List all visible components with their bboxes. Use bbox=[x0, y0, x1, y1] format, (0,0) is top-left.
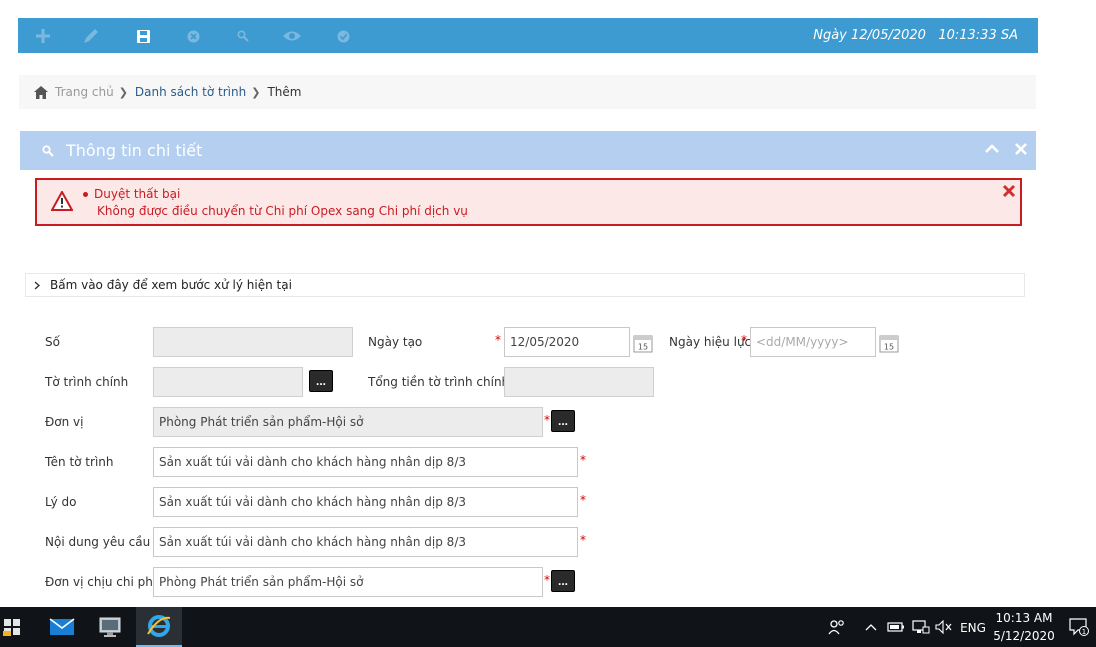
save-icon[interactable] bbox=[133, 26, 153, 46]
panel-header: Thông tin chi tiết bbox=[20, 131, 1036, 170]
noi-dung-label: Nội dung yêu cầu bbox=[45, 535, 151, 549]
ten-to-trinh-label: Tên tờ trình bbox=[45, 455, 114, 469]
so-input[interactable] bbox=[153, 327, 353, 357]
close-icon[interactable] bbox=[1014, 141, 1028, 160]
taskbar: ENG 10:13 AM 5/12/2020 1 bbox=[0, 607, 1096, 647]
calendar-day: 15 bbox=[884, 343, 894, 352]
chevron-right-icon: ❯ bbox=[251, 85, 261, 99]
view-icon[interactable] bbox=[282, 26, 302, 46]
volume-muted-icon[interactable] bbox=[933, 607, 955, 647]
calendar-icon[interactable]: 15 bbox=[879, 333, 899, 353]
ly-do-label: Lý do bbox=[45, 495, 77, 509]
breadcrumb-current: Thêm bbox=[267, 85, 302, 99]
breadcrumb: Trang chủ ❯ Danh sách tờ trình ❯ Thêm bbox=[19, 75, 1036, 109]
don-vi-input[interactable] bbox=[153, 407, 543, 437]
breadcrumb-home[interactable]: Trang chủ bbox=[55, 85, 114, 99]
tong-tien-input[interactable] bbox=[504, 367, 654, 397]
don-vi-label: Đơn vị bbox=[45, 415, 84, 429]
required-mark: * bbox=[741, 333, 747, 347]
page: Ngày 12/05/2020 10:13:33 SA Trang chủ ❯ … bbox=[0, 0, 1096, 647]
required-mark: * bbox=[495, 333, 501, 347]
required-mark: * bbox=[580, 533, 586, 547]
network-icon[interactable] bbox=[910, 607, 932, 647]
chevron-right-icon bbox=[34, 280, 40, 290]
to-trinh-chinh-lookup-button[interactable]: ... bbox=[309, 370, 333, 392]
edit-icon[interactable] bbox=[81, 26, 101, 46]
ngay-tao-input[interactable] bbox=[504, 327, 630, 357]
people-icon[interactable] bbox=[826, 607, 848, 647]
cancel-icon[interactable] bbox=[183, 26, 203, 46]
don-vi-chiu-lookup-button[interactable]: ... bbox=[551, 570, 575, 592]
don-vi-chiu-label: Đơn vị chịu chi phí bbox=[45, 575, 157, 589]
chevron-right-icon: ❯ bbox=[118, 85, 128, 99]
battery-icon[interactable] bbox=[885, 607, 907, 647]
calendar-icon[interactable]: 15 bbox=[633, 333, 653, 353]
required-mark: * bbox=[580, 453, 586, 467]
ly-do-input[interactable] bbox=[153, 487, 578, 517]
notification-icon[interactable]: 1 bbox=[1066, 607, 1092, 647]
error-message: Không được điều chuyển từ Chi phí Opex s… bbox=[97, 204, 468, 218]
mail-app-icon[interactable] bbox=[40, 607, 84, 647]
approve-icon[interactable] bbox=[333, 26, 353, 46]
don-vi-lookup-button[interactable]: ... bbox=[551, 410, 575, 432]
required-mark: * bbox=[544, 413, 550, 427]
required-mark: * bbox=[580, 493, 586, 507]
search-icon bbox=[42, 144, 54, 157]
warning-icon bbox=[50, 189, 74, 214]
bullet-icon bbox=[83, 191, 88, 197]
to-trinh-chinh-input[interactable] bbox=[153, 367, 303, 397]
calendar-day: 15 bbox=[638, 343, 648, 352]
process-step-label: Bấm vào đây để xem bước xử lý hiện tại bbox=[50, 278, 292, 292]
ngay-hieu-luc-label: Ngày hiệu lực bbox=[669, 335, 752, 349]
tong-tien-label: Tổng tiền tờ trình chính bbox=[368, 375, 510, 389]
remote-desktop-icon[interactable] bbox=[88, 607, 132, 647]
required-mark: * bbox=[544, 573, 550, 587]
so-label: Số bbox=[45, 335, 60, 349]
error-title: Duyệt thất bại bbox=[94, 187, 181, 201]
chevron-up-icon[interactable] bbox=[862, 607, 880, 647]
ten-to-trinh-input[interactable] bbox=[153, 447, 578, 477]
error-alert: Duyệt thất bại Không được điều chuyển từ… bbox=[35, 178, 1022, 226]
error-title-line: Duyệt thất bại bbox=[83, 187, 180, 201]
ngay-tao-label: Ngày tạo bbox=[368, 335, 423, 349]
notification-count: 1 bbox=[1082, 628, 1086, 636]
breadcrumb-list[interactable]: Danh sách tờ trình bbox=[135, 85, 246, 99]
chevron-up-icon[interactable] bbox=[984, 141, 1000, 160]
clock-time[interactable]: 10:13 AM bbox=[990, 611, 1058, 625]
panel-actions bbox=[984, 141, 1028, 160]
to-trinh-chinh-label: Tờ trình chính bbox=[45, 375, 129, 389]
clock-date[interactable]: 5/12/2020 bbox=[990, 629, 1058, 643]
internet-explorer-icon[interactable] bbox=[136, 607, 182, 647]
search-icon[interactable] bbox=[233, 26, 253, 46]
start-icon[interactable] bbox=[0, 607, 24, 647]
current-datetime: Ngày 12/05/2020 10:13:33 SA bbox=[813, 28, 1018, 43]
don-vi-chiu-input[interactable] bbox=[153, 567, 543, 597]
add-icon[interactable] bbox=[33, 26, 53, 46]
home-icon[interactable] bbox=[34, 85, 48, 99]
process-step-toggle[interactable]: Bấm vào đây để xem bước xử lý hiện tại bbox=[25, 273, 1025, 297]
ngay-hieu-luc-input[interactable] bbox=[750, 327, 876, 357]
noi-dung-input[interactable] bbox=[153, 527, 578, 557]
language-indicator[interactable]: ENG bbox=[957, 621, 989, 635]
toolbar: Ngày 12/05/2020 10:13:33 SA bbox=[18, 18, 1038, 53]
close-icon[interactable] bbox=[1002, 184, 1016, 201]
panel-title: Thông tin chi tiết bbox=[66, 141, 203, 160]
